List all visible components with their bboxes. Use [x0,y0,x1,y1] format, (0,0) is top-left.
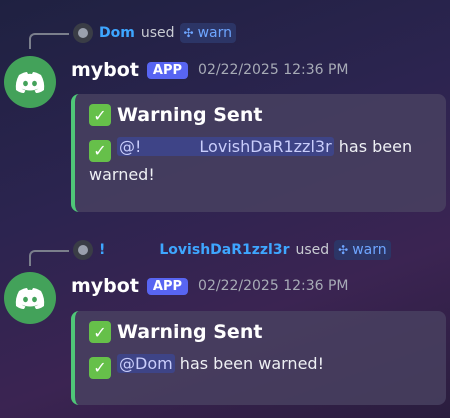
command-user-name[interactable]: LovishDaR1zzl3r [159,242,289,258]
embed: ✓ Warning Sent ✓ @Dom has been warned! [71,311,446,405]
check-mark-icon: ✓ [89,321,111,343]
app-badge: APP [146,61,189,79]
command-pill[interactable]: ✣ warn [334,240,391,260]
embed-description: ✓ @Dom has been warned! [89,351,434,379]
command-name: warn [352,242,387,258]
embed-title: ✓ Warning Sent [89,321,434,343]
bot-name[interactable]: mybot [71,59,139,81]
embed-title-text: Warning Sent [117,321,263,343]
user-mention[interactable]: @Dom [117,354,175,373]
embed-text: has been warned! [179,354,324,373]
discord-logo-icon [15,71,45,93]
used-text: used [140,25,175,41]
apps-icon: ✣ [183,26,194,40]
timestamp: 02/22/2025 12:36 PM [198,278,349,294]
timestamp: 02/22/2025 12:36 PM [198,62,349,78]
embed-description: ✓ @! LovishDaR1zzl3r has been warned! [89,134,434,188]
user-avatar[interactable] [73,23,93,43]
embed-title: ✓ Warning Sent [89,104,434,126]
bot-name[interactable]: mybot [71,275,139,297]
command-user-name[interactable]: Dom [99,25,135,41]
message-header: mybot APP 02/22/2025 12:36 PM [71,275,349,297]
command-name: warn [197,25,232,41]
command-pill[interactable]: ✣ warn [179,23,236,43]
reply-connector [29,250,69,266]
bot-avatar[interactable] [4,56,56,108]
reply-connector [29,33,69,49]
used-text: used [295,242,330,258]
check-mark-icon: ✓ [89,357,111,379]
message-header: mybot APP 02/22/2025 12:36 PM [71,59,349,81]
apps-icon: ✣ [338,243,349,257]
command-user-prefix[interactable]: ! [99,242,105,258]
embed-title-text: Warning Sent [117,104,263,126]
bot-avatar[interactable] [4,272,56,324]
check-mark-icon: ✓ [89,104,111,126]
discord-logo-icon [15,287,45,309]
user-mention[interactable]: @! LovishDaR1zzl3r [117,137,334,156]
user-avatar[interactable] [73,240,93,260]
command-usage-row: ! LovishDaR1zzl3r used ✣ warn [73,240,391,260]
check-mark-icon: ✓ [89,140,111,162]
embed: ✓ Warning Sent ✓ @! LovishDaR1zzl3r has be… [71,94,446,212]
command-usage-row: Dom used ✣ warn [73,23,236,43]
app-badge: APP [146,277,189,295]
